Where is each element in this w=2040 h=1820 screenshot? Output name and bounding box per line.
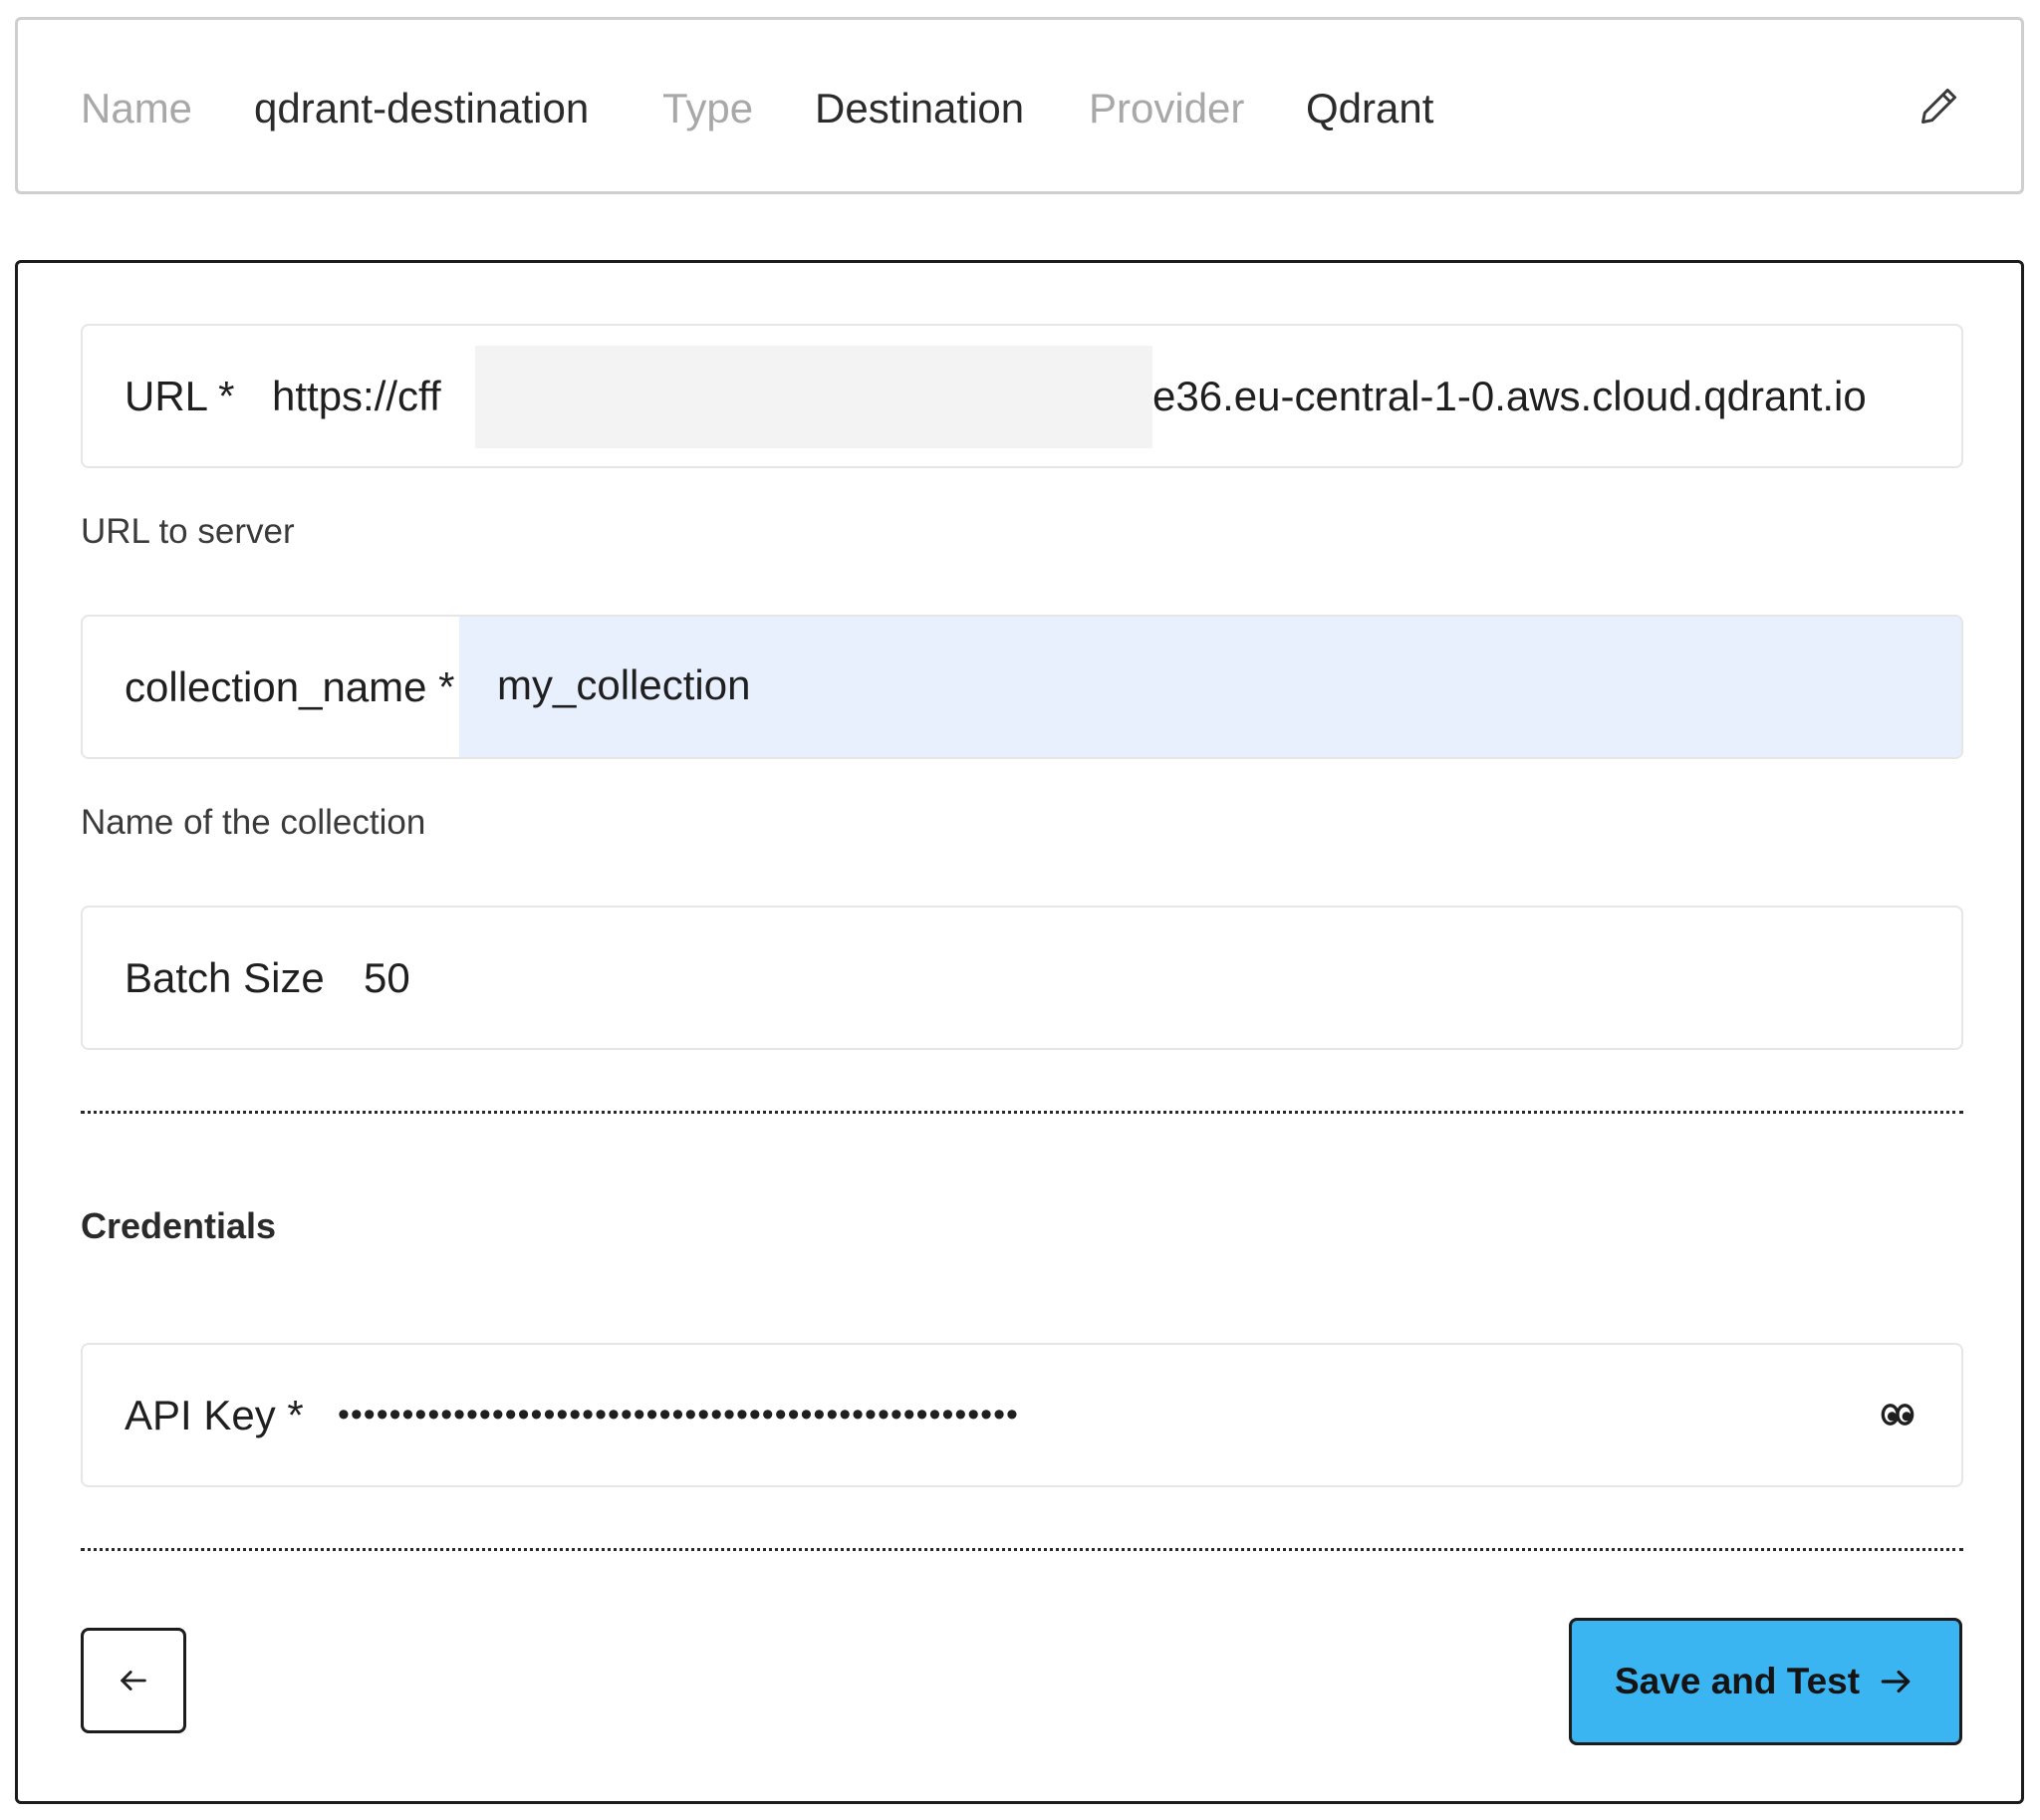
url-label: URL * bbox=[125, 373, 235, 419]
collection-helper-text: Name of the collection bbox=[81, 803, 426, 842]
collection-name-label: collection_name * bbox=[125, 663, 455, 710]
pencil-icon bbox=[1921, 88, 1957, 124]
credentials-heading: Credentials bbox=[81, 1205, 277, 1246]
save-and-test-label: Save and Test bbox=[1615, 1661, 1861, 1701]
batch-size-label: Batch Size bbox=[125, 954, 325, 1001]
redacted-region bbox=[475, 346, 1152, 448]
name-value: qdrant-destination bbox=[254, 85, 590, 131]
provider-label: Provider bbox=[1089, 85, 1245, 131]
section-divider bbox=[81, 1111, 1963, 1114]
reveal-password-button[interactable] bbox=[1876, 1393, 1919, 1436]
destination-form: URL * https://cff e36.eu-central-1-0.aws… bbox=[15, 260, 2024, 1804]
batch-size-field: Batch Size bbox=[81, 906, 1963, 1050]
collection-name-input-area[interactable] bbox=[459, 617, 1961, 757]
collection-name-field: collection_name * bbox=[81, 615, 1963, 759]
api-key-input[interactable]: ••••••••••••••••••••••••••••••••••••••••… bbox=[338, 1345, 1019, 1485]
url-value-end[interactable]: e36.eu-central-1-0.aws.cloud.qdrant.io bbox=[1152, 326, 1867, 466]
api-key-label: API Key * bbox=[125, 1392, 304, 1438]
edit-button[interactable] bbox=[1917, 84, 1961, 128]
section-divider bbox=[81, 1548, 1963, 1551]
provider-value: Qdrant bbox=[1306, 85, 1434, 131]
url-field[interactable]: URL * https://cff e36.eu-central-1-0.aws… bbox=[81, 324, 1963, 468]
back-button[interactable] bbox=[81, 1628, 186, 1733]
name-label: Name bbox=[81, 85, 193, 131]
arrow-left-icon bbox=[121, 1671, 146, 1690]
url-value-start[interactable]: https://cff bbox=[272, 326, 441, 466]
api-key-field: API Key * ••••••••••••••••••••••••••••••… bbox=[81, 1343, 1963, 1487]
collection-name-input[interactable] bbox=[497, 617, 1892, 755]
save-and-test-button[interactable]: Save and Test bbox=[1569, 1618, 1962, 1745]
url-helper-text: URL to server bbox=[81, 512, 295, 551]
arrow-right-icon bbox=[1881, 1670, 1911, 1693]
destination-summary-card: Name qdrant-destination Type Destination… bbox=[15, 17, 2024, 194]
type-label: Type bbox=[662, 85, 754, 131]
eye-icon bbox=[1881, 1404, 1914, 1426]
type-value: Destination bbox=[815, 85, 1025, 131]
batch-size-input[interactable] bbox=[364, 908, 1858, 1048]
